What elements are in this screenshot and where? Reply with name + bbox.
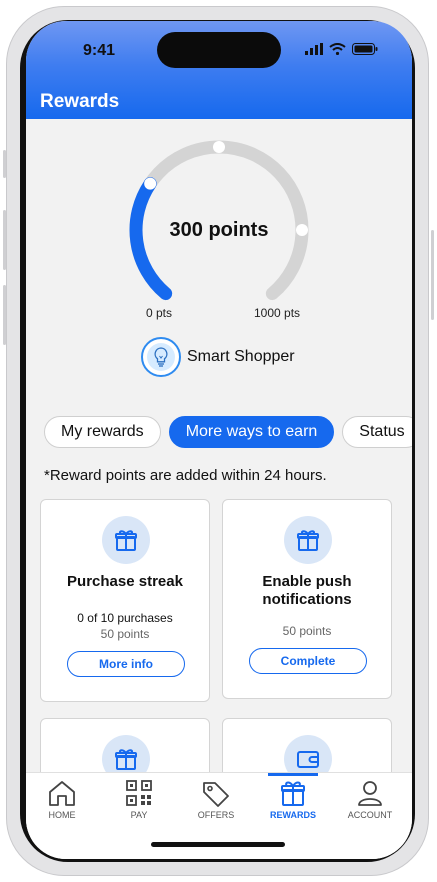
nav-label: OFFERS bbox=[197, 810, 235, 820]
nav-label: ACCOUNT bbox=[347, 810, 393, 820]
card-title: Enable push notifications bbox=[262, 573, 352, 608]
card-progress: 0 of 10 purchases bbox=[77, 611, 173, 625]
tag-icon bbox=[203, 782, 229, 807]
tab-more-ways-to-earn[interactable]: More ways to earn bbox=[168, 416, 335, 448]
complete-button[interactable]: Complete bbox=[249, 648, 367, 674]
points-disclaimer: *Reward points are added within 24 hours… bbox=[44, 467, 327, 484]
signal-icon bbox=[305, 43, 323, 55]
reward-tabs: My rewards More ways to earn Status bbox=[44, 416, 412, 448]
gift-icon bbox=[102, 516, 150, 564]
nav-label: HOME bbox=[48, 810, 76, 820]
side-button bbox=[431, 230, 434, 320]
home-indicator bbox=[151, 842, 285, 847]
tab-my-rewards[interactable]: My rewards bbox=[44, 416, 161, 448]
wifi-icon bbox=[329, 43, 346, 55]
earn-card-purchase-streak: Purchase streak 0 of 10 purchases 50 poi… bbox=[40, 499, 210, 702]
nav-pay[interactable]: PAY bbox=[104, 779, 174, 820]
points-total: 300 points bbox=[169, 219, 269, 241]
screen: 9:41 Rewards 300 points 0 pts 1000 pts S… bbox=[26, 21, 412, 859]
nav-offers[interactable]: OFFERS bbox=[181, 779, 251, 820]
card-title: Purchase streak bbox=[67, 573, 183, 590]
gauge-min-label: 0 pts bbox=[146, 306, 173, 320]
active-tab-indicator bbox=[268, 773, 318, 776]
earn-card-push-notifications: Enable push notifications 50 points Comp… bbox=[222, 499, 392, 699]
dynamic-island bbox=[157, 32, 281, 68]
side-button bbox=[3, 150, 6, 178]
more-info-button[interactable]: More info bbox=[67, 651, 185, 677]
app-header: 9:41 Rewards bbox=[26, 21, 412, 119]
bottom-navigation: HOME PAY OFFERS REWARDS ACCOUNT bbox=[26, 772, 412, 859]
gauge-milestone-marker bbox=[144, 177, 157, 190]
battery-icon bbox=[352, 43, 378, 55]
nav-rewards[interactable]: REWARDS bbox=[258, 779, 328, 820]
gauge-milestone-marker bbox=[213, 141, 225, 153]
gift-icon bbox=[281, 781, 305, 806]
nav-home[interactable]: HOME bbox=[27, 779, 97, 820]
home-icon bbox=[49, 781, 75, 806]
gift-icon bbox=[284, 516, 332, 564]
card-points: 50 points bbox=[100, 627, 150, 641]
gauge-max-label: 1000 pts bbox=[254, 306, 301, 320]
tab-status[interactable]: Status bbox=[342, 416, 412, 448]
nav-label: REWARDS bbox=[269, 810, 316, 820]
nav-label: PAY bbox=[130, 810, 148, 820]
tier-badge: Smart Shopper bbox=[141, 337, 295, 377]
card-points: 50 points bbox=[282, 624, 332, 638]
nav-account[interactable]: ACCOUNT bbox=[335, 779, 405, 820]
status-time: 9:41 bbox=[83, 42, 116, 59]
status-icons bbox=[305, 43, 378, 55]
tier-name: Smart Shopper bbox=[187, 348, 295, 365]
person-icon bbox=[358, 781, 382, 806]
side-button bbox=[3, 285, 6, 345]
page-title: Rewards bbox=[40, 91, 120, 112]
qr-code-icon bbox=[126, 780, 152, 806]
side-button bbox=[3, 210, 6, 270]
lightbulb-icon bbox=[141, 337, 181, 377]
